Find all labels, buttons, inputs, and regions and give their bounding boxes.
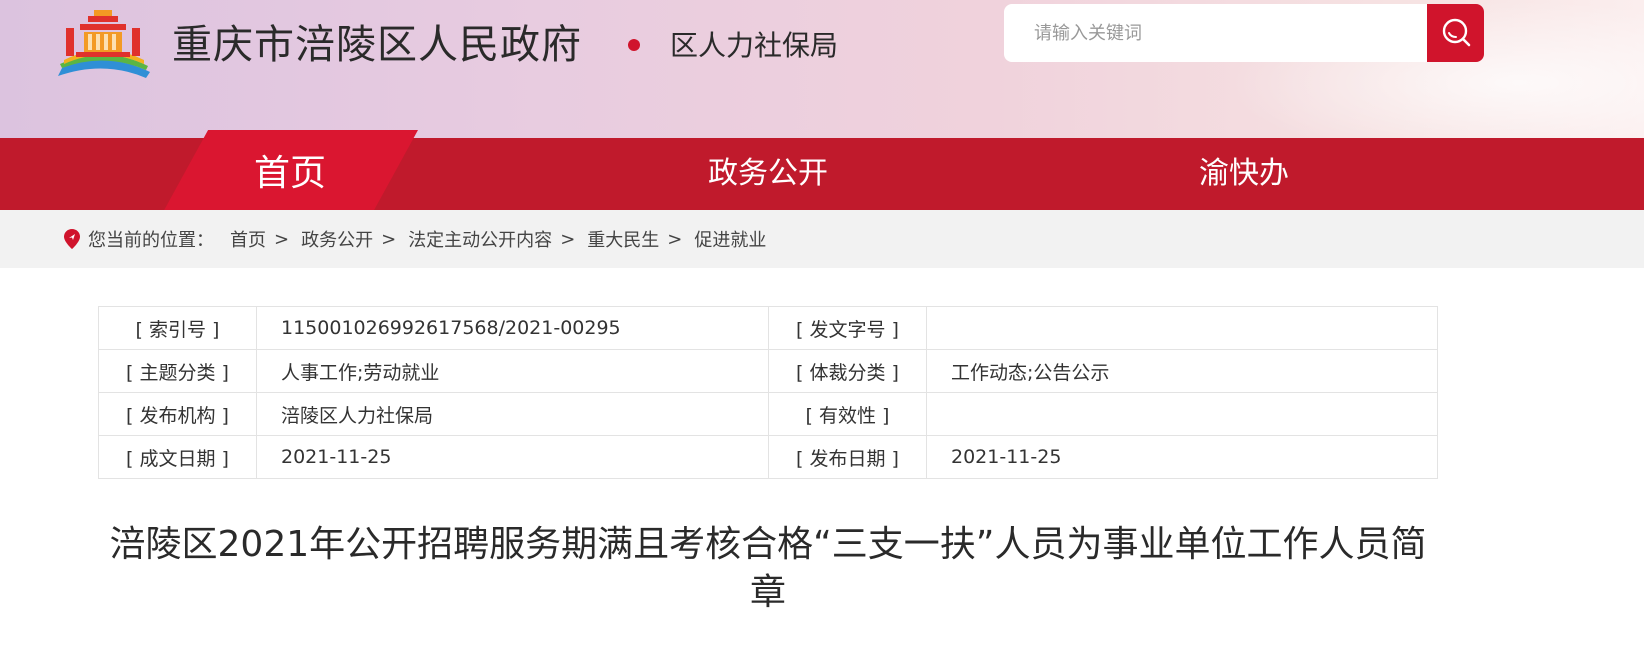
breadcrumb-separator: > xyxy=(381,228,397,250)
main-nav: 首页 政务公开 渝快办 xyxy=(0,130,1644,214)
article-title: 涪陵区2021年公开招聘服务期满且考核合格“三支一扶”人员为事业单位工作人员简章 xyxy=(109,524,1427,613)
breadcrumb-item-livelihood[interactable]: 重大民生 xyxy=(587,226,659,252)
government-logo[interactable] xyxy=(54,6,154,80)
breadcrumb-item-government-affairs[interactable]: 政务公开 xyxy=(301,226,373,252)
title-separator-dot xyxy=(628,39,640,51)
document-meta-table: [ 索引号 ] 115001026992617568/2021-00295 [ … xyxy=(98,306,1438,479)
location-pin-icon xyxy=(64,229,80,249)
search-icon xyxy=(1442,18,1471,47)
meta-value-written-date: 2021-11-25 xyxy=(256,435,769,479)
meta-value-publish-date: 2021-11-25 xyxy=(926,435,1438,479)
breadcrumb-item-home[interactable]: 首页 xyxy=(230,226,266,252)
breadcrumb-separator: > xyxy=(274,228,290,250)
meta-value-topic: 人事工作;劳动就业 xyxy=(256,349,769,393)
breadcrumb-separator: > xyxy=(560,228,576,250)
nav-item-home[interactable]: 首页 xyxy=(162,138,418,210)
meta-value-genre: 工作动态;公告公示 xyxy=(926,349,1438,393)
meta-key-written-date: [ 成文日期 ] xyxy=(98,435,257,479)
site-header: 重庆市涪陵区人民政府 区人力社保局 xyxy=(0,0,1644,138)
meta-key-publisher: [ 发布机构 ] xyxy=(98,392,257,436)
search-input[interactable] xyxy=(1004,4,1428,62)
table-row: [ 主题分类 ] 人事工作;劳动就业 [ 体裁分类 ] 工作动态;公告公示 xyxy=(98,349,1438,393)
breadcrumb: 您当前的位置： 首页 > 政务公开 > 法定主动公开内容 > 重大民生 > 促进… xyxy=(64,210,766,268)
breadcrumb-label: 您当前的位置： xyxy=(88,230,214,251)
meta-key-publish-date: [ 发布日期 ] xyxy=(768,435,927,479)
search-box xyxy=(1004,4,1484,62)
nav-item-government-affairs[interactable]: 政务公开 xyxy=(640,138,896,210)
meta-key-index-number: [ 索引号 ] xyxy=(98,306,257,350)
table-row: [ 索引号 ] 115001026992617568/2021-00295 [ … xyxy=(98,306,1438,350)
meta-key-topic: [ 主题分类 ] xyxy=(98,349,257,393)
meta-value-validity xyxy=(926,392,1438,436)
meta-key-validity: [ 有效性 ] xyxy=(768,392,927,436)
meta-key-genre: [ 体裁分类 ] xyxy=(768,349,927,393)
breadcrumb-item-employment[interactable]: 促进就业 xyxy=(694,226,766,252)
meta-value-publisher: 涪陵区人力社保局 xyxy=(256,392,769,436)
table-row: [ 发布机构 ] 涪陵区人力社保局 [ 有效性 ] xyxy=(98,392,1438,436)
search-button[interactable] xyxy=(1427,4,1484,62)
meta-value-index-number: 115001026992617568/2021-00295 xyxy=(256,306,769,350)
nav-item-yukuaiban[interactable]: 渝快办 xyxy=(1116,138,1372,210)
site-title[interactable]: 重庆市涪陵区人民政府 xyxy=(172,20,582,70)
meta-key-document-number: [ 发文字号 ] xyxy=(768,306,927,350)
meta-value-document-number xyxy=(926,306,1438,350)
breadcrumb-separator: > xyxy=(667,228,683,250)
breadcrumb-bar: 您当前的位置： 首页 > 政务公开 > 法定主动公开内容 > 重大民生 > 促进… xyxy=(0,210,1644,268)
breadcrumb-item-statutory-disclosure[interactable]: 法定主动公开内容 xyxy=(408,226,552,252)
department-title[interactable]: 区人力社保局 xyxy=(670,28,838,64)
table-row: [ 成文日期 ] 2021-11-25 [ 发布日期 ] 2021-11-25 xyxy=(98,435,1438,479)
